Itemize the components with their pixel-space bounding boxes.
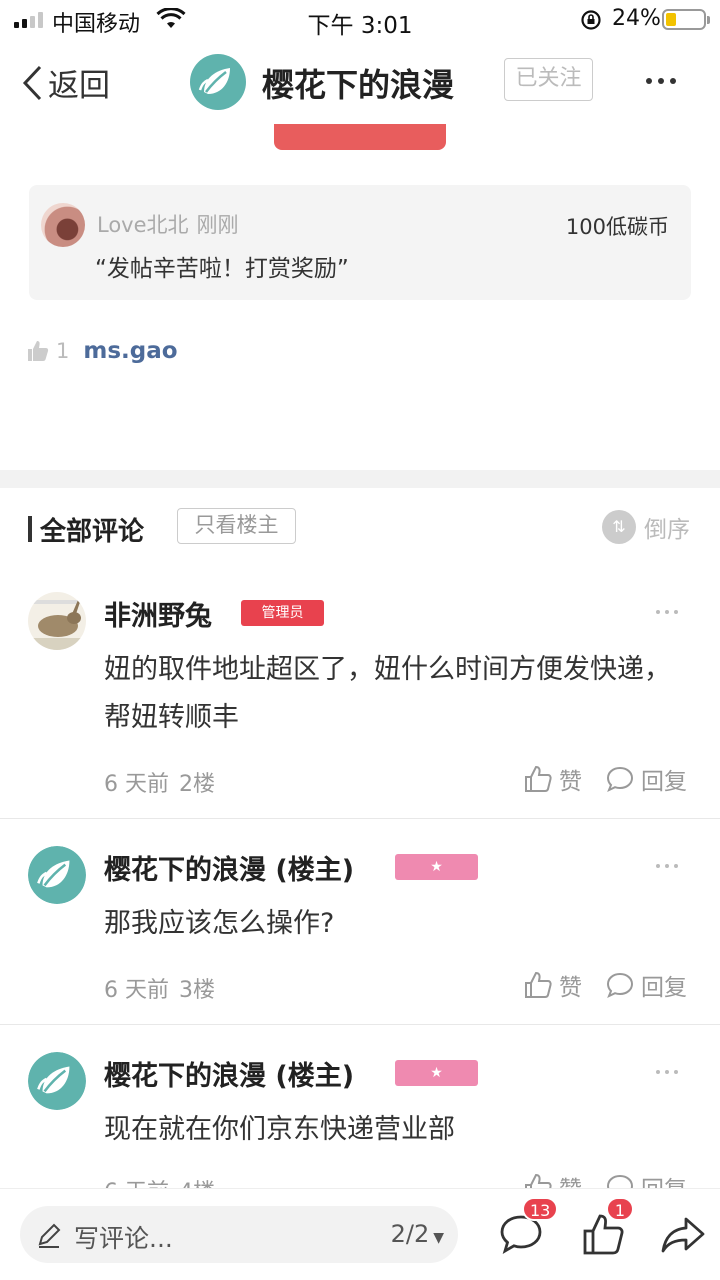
host-badge: ★ bbox=[395, 854, 478, 880]
comment-time: 6 天前 bbox=[104, 978, 169, 1003]
back-button[interactable]: 返回 bbox=[22, 60, 110, 105]
admin-badge: 管理员 bbox=[241, 600, 324, 626]
caret-down-icon: ▼ bbox=[433, 1230, 444, 1246]
reward-record: Love北北 刚刚 100低碳币 “发帖辛苦啦！打赏奖励” bbox=[29, 185, 691, 300]
reward-time: 刚刚 bbox=[196, 213, 239, 237]
comment-author[interactable]: 非洲野兔 bbox=[104, 594, 212, 633]
sort-icon: ⇅ bbox=[602, 510, 636, 544]
host-only-filter-button[interactable]: 只看楼主 bbox=[177, 508, 296, 544]
like-post-button[interactable]: 1 bbox=[580, 1197, 634, 1259]
host-badge: ★ bbox=[395, 1060, 478, 1086]
page-selector[interactable]: 2/2 ▼ bbox=[391, 1220, 444, 1248]
comment-text: 那我应该怎么操作? bbox=[104, 908, 335, 939]
avatar[interactable] bbox=[28, 846, 86, 904]
reply-button[interactable]: 回复 bbox=[605, 968, 687, 1002]
like-button[interactable]: 赞 bbox=[523, 968, 582, 1002]
sort-button[interactable]: ⇅ 倒序 bbox=[602, 510, 690, 544]
like-label: 赞 bbox=[559, 975, 582, 1001]
section-marker bbox=[28, 516, 32, 542]
reward-message: “发帖辛苦啦！打赏奖励” bbox=[95, 256, 349, 282]
comment-input[interactable]: 写评论... 2/2 ▼ bbox=[20, 1206, 458, 1263]
reply-button[interactable]: 回复 bbox=[605, 762, 687, 796]
battery-percent: 24% bbox=[612, 6, 661, 31]
comment-floor: 2楼 bbox=[179, 772, 215, 797]
thumbs-up-icon bbox=[525, 765, 552, 792]
more-options-icon[interactable] bbox=[646, 78, 676, 84]
like-button[interactable]: 赞 bbox=[523, 762, 582, 796]
share-button[interactable] bbox=[660, 1211, 708, 1259]
status-bar: 中国移动 下午 3:01 24% bbox=[0, 0, 720, 40]
page-title: 樱花下的浪漫 bbox=[262, 66, 455, 104]
comment-input-placeholder: 写评论... bbox=[74, 1224, 173, 1253]
speech-bubble-icon bbox=[606, 766, 634, 792]
comment-author[interactable]: 樱花下的浪漫 (楼主) bbox=[104, 1054, 354, 1093]
follow-button[interactable]: 已关注 bbox=[504, 58, 593, 101]
page-indicator: 2/2 bbox=[390, 1220, 430, 1248]
thumbs-up-icon[interactable] bbox=[26, 339, 50, 363]
comment-text: 现在就在你们京东快递营业部 bbox=[104, 1114, 455, 1145]
likes-row: 1 ms.gao bbox=[26, 338, 178, 364]
nav-bar: 返回 樱花下的浪漫 已关注 bbox=[0, 40, 720, 124]
section-divider bbox=[0, 470, 720, 488]
reply-label: 回复 bbox=[641, 975, 687, 1001]
divider bbox=[0, 818, 720, 819]
pencil-icon bbox=[38, 1223, 61, 1248]
battery-icon bbox=[662, 9, 710, 30]
comment-item: 樱花下的浪漫 (楼主) ★ 现在就在你们京东快递营业部 6 天前4楼 赞 回复 bbox=[0, 1052, 720, 1205]
comment-time: 6 天前 bbox=[104, 772, 169, 797]
chevron-left-icon bbox=[22, 65, 42, 100]
comment-text: 妞的取件地址超区了，妞什么时间方便发快递，帮妞转顺丰 bbox=[104, 654, 671, 733]
thumbs-up-icon bbox=[525, 971, 552, 998]
comment-meta: 6 天前 3楼 bbox=[104, 972, 215, 1004]
comment-author[interactable]: 樱花下的浪漫 (楼主) bbox=[104, 848, 354, 887]
avatar[interactable] bbox=[28, 1052, 86, 1110]
liker-name[interactable]: ms.gao bbox=[83, 338, 177, 364]
comment-floor: 3楼 bbox=[179, 978, 215, 1003]
sort-label: 倒序 bbox=[644, 517, 690, 543]
avatar[interactable] bbox=[28, 592, 86, 650]
reward-amount: 100低碳币 bbox=[565, 215, 669, 239]
share-arrow-icon bbox=[661, 1217, 705, 1253]
orientation-lock-icon bbox=[580, 9, 602, 37]
more-options-icon[interactable] bbox=[656, 1070, 678, 1074]
more-options-icon[interactable] bbox=[656, 610, 678, 614]
divider bbox=[0, 1024, 720, 1025]
like-count: 1 bbox=[56, 339, 70, 363]
reply-label: 回复 bbox=[641, 769, 687, 795]
comment-item: 樱花下的浪漫 (楼主) ★ 那我应该怎么操作? 6 天前 3楼 赞 回复 bbox=[0, 846, 720, 1024]
back-label: 返回 bbox=[48, 68, 110, 104]
comments-header: 全部评论 只看楼主 ⇅ 倒序 bbox=[0, 488, 720, 568]
comment-meta: 6 天前 2楼 bbox=[104, 766, 215, 798]
more-options-icon[interactable] bbox=[656, 864, 678, 868]
like-label: 赞 bbox=[559, 769, 582, 795]
reward-user[interactable]: Love北北 bbox=[97, 213, 189, 237]
comment-count-badge: 13 bbox=[522, 1197, 559, 1221]
avatar[interactable] bbox=[41, 203, 85, 247]
comments-button[interactable]: 13 bbox=[498, 1197, 559, 1259]
like-count-badge: 1 bbox=[606, 1197, 634, 1221]
comments-title: 全部评论 bbox=[40, 517, 145, 547]
speech-bubble-icon bbox=[606, 972, 634, 998]
comment-item: 非洲野兔 管理员 妞的取件地址超区了，妞什么时间方便发快递，帮妞转顺丰 6 天前… bbox=[0, 592, 720, 818]
forum-logo-icon[interactable] bbox=[190, 54, 246, 110]
bottom-toolbar: 写评论... 2/2 ▼ 13 1 bbox=[0, 1188, 720, 1280]
